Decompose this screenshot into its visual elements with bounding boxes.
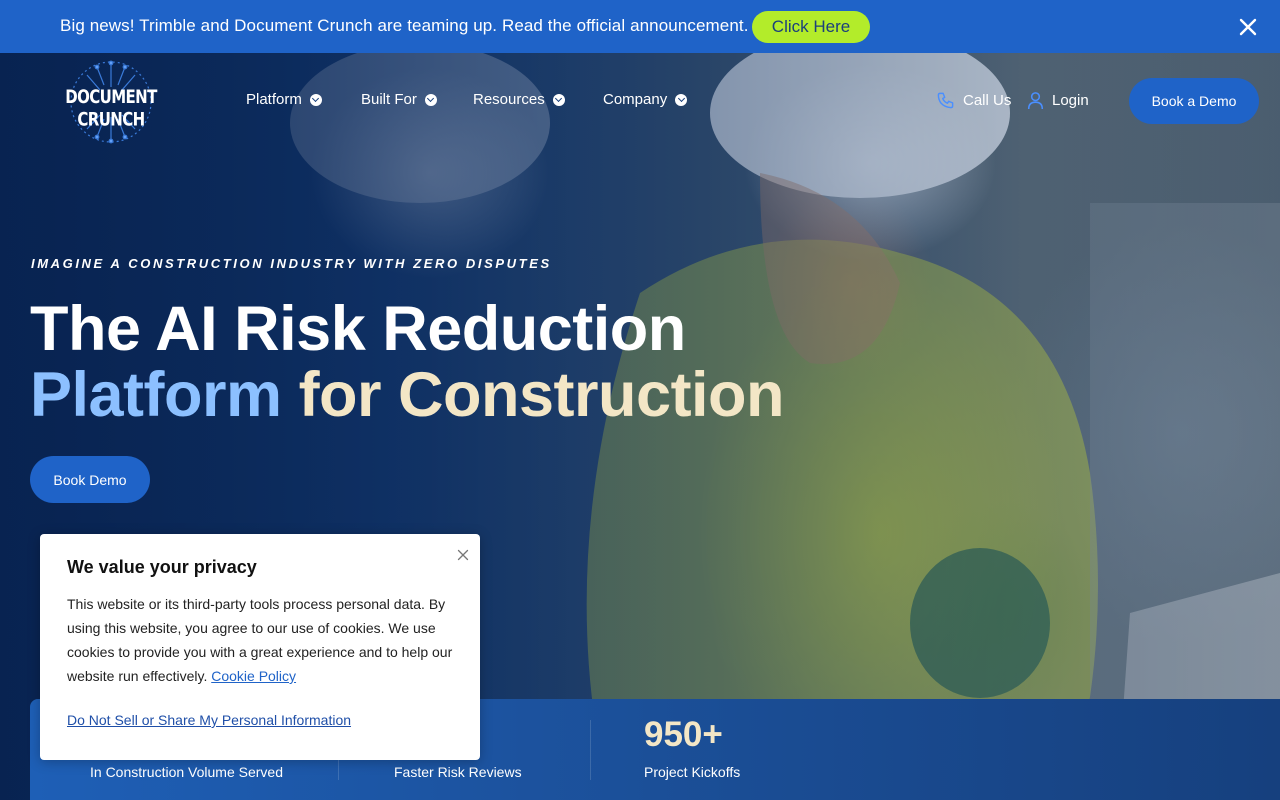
login-label: Login: [1052, 92, 1089, 109]
brand-name[interactable]: DOCUMENT CRUNCH: [52, 86, 170, 131]
book-a-demo-button[interactable]: Book a Demo: [1129, 78, 1259, 124]
announcement-click-here-button[interactable]: Click Here: [752, 11, 870, 43]
nav-company[interactable]: Company: [603, 91, 688, 108]
phone-icon: [937, 92, 954, 109]
user-icon: [1027, 92, 1044, 110]
cookie-policy-link[interactable]: Cookie Policy: [211, 668, 296, 684]
chevron-down-icon: [424, 93, 437, 106]
chevron-down-icon: [675, 93, 688, 106]
stat-value: 950+: [644, 715, 723, 754]
headline-blue-word: Platform: [30, 360, 282, 430]
nav-resources-label: Resources: [473, 91, 545, 108]
nav-built-for-label: Built For: [361, 91, 417, 108]
headline-line-1: The AI Risk Reduction: [30, 294, 686, 364]
hero-eyebrow: IMAGINE A CONSTRUCTION INDUSTRY WITH ZER…: [31, 256, 552, 271]
announcement-text: Big news! Trimble and Document Crunch ar…: [60, 16, 749, 35]
close-icon[interactable]: [457, 549, 469, 561]
stat-label: In Construction Volume Served: [90, 764, 283, 780]
stats-divider: [590, 720, 591, 780]
stat-label: Project Kickoffs: [644, 764, 741, 780]
cookie-body: This website or its third-party tools pr…: [67, 592, 461, 688]
cookie-consent-dialog: We value your privacy This website or it…: [40, 534, 480, 760]
nav-company-label: Company: [603, 91, 668, 108]
headline-cream-words: for Construction: [298, 360, 785, 430]
nav-platform[interactable]: Platform: [246, 91, 322, 108]
book-demo-button[interactable]: Book Demo: [30, 456, 150, 503]
nav-resources[interactable]: Resources: [473, 91, 565, 108]
stat-label: Faster Risk Reviews: [394, 764, 522, 780]
call-us-link[interactable]: Call Us: [936, 91, 1011, 110]
nav-platform-label: Platform: [246, 91, 302, 108]
headline-line-2: Platform for Construction: [30, 360, 785, 430]
login-link[interactable]: Login: [1027, 91, 1089, 110]
chevron-down-icon: [552, 93, 565, 106]
hero-headline: The AI Risk Reduction Platform for Const…: [30, 294, 785, 430]
do-not-sell-link[interactable]: Do Not Sell or Share My Personal Informa…: [67, 712, 351, 728]
cookie-title: We value your privacy: [67, 557, 257, 577]
announcement-bar: Big news! Trimble and Document Crunch ar…: [0, 0, 1280, 53]
nav-built-for[interactable]: Built For: [361, 91, 437, 108]
close-icon[interactable]: [1236, 15, 1260, 39]
chevron-down-icon: [309, 93, 322, 106]
call-us-label: Call Us: [963, 92, 1012, 109]
